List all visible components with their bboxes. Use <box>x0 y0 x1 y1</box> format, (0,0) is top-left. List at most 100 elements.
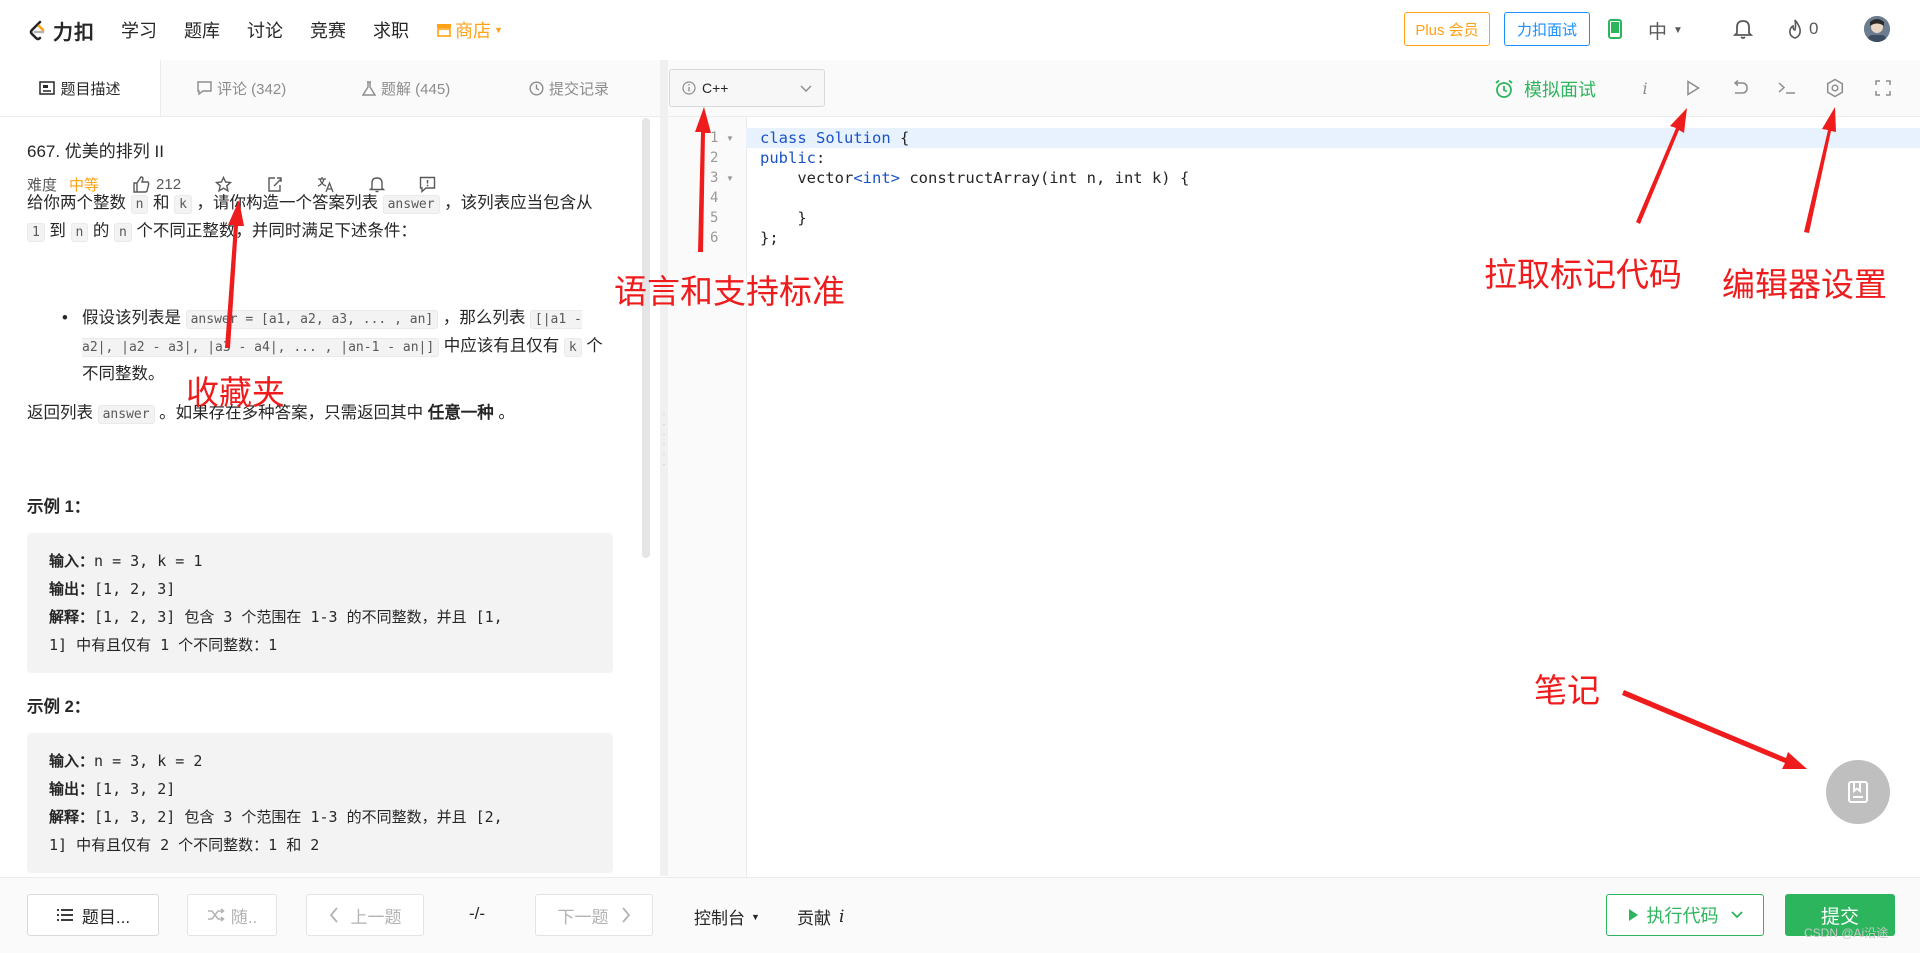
fullscreen-button[interactable] <box>1872 76 1894 100</box>
line-number: 5 <box>710 210 719 226</box>
problem-list-label: 题目... <box>81 907 131 927</box>
plus-membership-button[interactable]: Plus 会员 <box>1404 12 1490 46</box>
random-problem-button[interactable]: 随.. <box>187 894 277 936</box>
language-label: 中 <box>1648 22 1668 43</box>
fullscreen-icon <box>1875 80 1891 96</box>
bold-text: 任意一种 <box>427 404 494 422</box>
pull-marked-code-button[interactable] <box>1682 76 1704 100</box>
notes-button[interactable] <box>1826 760 1890 824</box>
tab-submissions[interactable]: 提交记录 <box>529 60 609 116</box>
run-code-button[interactable]: 执行代码 <box>1606 894 1764 936</box>
problem-description-panel: 667. 优美的排列 II 难度 中等 212 给你两个整数 n 和 k ，请你… <box>0 117 650 876</box>
mobile-app-icon[interactable] <box>1608 19 1622 39</box>
active-line-highlight <box>746 128 1920 148</box>
list-icon <box>56 909 73 921</box>
next-label: 下一题 <box>557 907 609 927</box>
chevron-left-icon <box>329 907 338 923</box>
code-keyword: class <box>760 129 807 147</box>
code-class-name: Solution <box>816 129 891 147</box>
text: 和 <box>148 194 175 212</box>
editor-settings-button[interactable] <box>1824 76 1846 100</box>
terminal-icon <box>1778 82 1795 94</box>
return-statement: 返回列表 answer 。如果存在多种答案，只需返回其中 任意一种 。 <box>27 400 607 428</box>
problem-intro: 给你两个整数 n 和 k ，请你构造一个答案列表 answer ，该列表应当包含… <box>27 190 607 246</box>
input-value: n = 3, k = 2 <box>94 752 203 770</box>
arrow-to-notes <box>1622 690 1807 769</box>
code-line[interactable]: vector<int> constructArray(int n, int k)… <box>760 169 1189 187</box>
console-toggle[interactable]: 控制台 ▼ <box>694 904 760 929</box>
leetcode-logo-icon <box>29 20 45 40</box>
editor-info-button[interactable]: i <box>1634 76 1656 100</box>
code-text: } <box>760 209 807 227</box>
contribute-button[interactable]: 贡献 i <box>797 904 844 929</box>
tab-label: 提交记录 <box>549 80 610 98</box>
reset-code-button[interactable] <box>1729 76 1751 100</box>
code-line[interactable]: } <box>760 209 807 227</box>
chevron-down-icon: ▼ <box>1673 25 1683 36</box>
text: 的 <box>88 222 114 240</box>
nav-jobs[interactable]: 求职 <box>373 17 409 43</box>
annotation-settings: 编辑器设置 <box>1722 265 1887 304</box>
chevron-down-icon <box>800 80 812 96</box>
previous-problem-button[interactable]: 上一题 <box>306 894 424 936</box>
avatar[interactable] <box>1864 16 1890 42</box>
play-outline-icon <box>1687 80 1700 96</box>
nav-contest[interactable]: 竞赛 <box>310 17 346 43</box>
tab-label: 题目描述 <box>60 80 121 98</box>
user-avatar-image <box>1864 16 1890 42</box>
code-line[interactable]: }; <box>760 229 779 247</box>
description-scrollbar[interactable] <box>642 118 650 558</box>
info-icon <box>682 81 696 95</box>
interview-button[interactable]: 力扣面试 <box>1504 12 1590 46</box>
notebook-icon <box>1848 781 1868 803</box>
tab-comments[interactable]: 评论 (342) <box>197 60 286 116</box>
arrow-to-settings <box>1804 107 1836 233</box>
example-box: 输入：n = 3, k = 1 输出：[1, 2, 3] 解释：[1, 2, 3… <box>27 533 613 673</box>
nav-discuss[interactable]: 讨论 <box>247 17 283 43</box>
shuffle-icon <box>207 908 225 922</box>
resize-grip-icon[interactable]: · · · · · · <box>660 410 668 470</box>
code-line[interactable]: public: <box>760 149 825 167</box>
nav-store[interactable]: 商店 ▼ <box>436 17 503 43</box>
fire-icon <box>1789 19 1801 39</box>
example-heading: 示例 2： <box>27 698 91 716</box>
tab-description[interactable]: 题目描述 <box>0 60 161 116</box>
next-problem-button[interactable]: 下一题 <box>535 894 653 936</box>
code-line[interactable]: class Solution { <box>760 129 909 147</box>
line-number: 1 <box>710 130 719 146</box>
inline-code: answer <box>382 195 440 214</box>
comment-icon <box>197 81 212 95</box>
output-value: [1, 2, 3] <box>94 580 176 598</box>
language-switch[interactable]: 中 ▼ <box>1648 17 1683 44</box>
fold-arrow-icon[interactable]: ▼ <box>726 174 734 183</box>
bullet-dot: • <box>62 309 68 327</box>
run-label: 执行代码 <box>1646 906 1719 926</box>
leetcode-logo[interactable]: 力扣 <box>26 16 95 45</box>
text: 。 <box>493 404 515 422</box>
inline-code: n <box>114 223 132 242</box>
notification-bell-icon[interactable] <box>1733 18 1753 40</box>
annotation-pull-code: 拉取标记代码 <box>1484 255 1682 294</box>
problem-list-button[interactable]: 题目... <box>27 894 159 936</box>
tab-solutions[interactable]: 题解 (445) <box>362 60 450 116</box>
italic-i-icon: i <box>839 906 845 927</box>
terminal-button[interactable] <box>1776 76 1798 100</box>
language-select[interactable]: C++ <box>669 69 825 107</box>
points-display[interactable]: 0 <box>1787 19 1818 39</box>
explanation-text: [1, 3, 2] 包含 3 个范围在 1-3 的不同整数，并且 [2, <box>94 808 503 826</box>
text: 到 <box>44 222 71 240</box>
language-value: C++ <box>702 80 729 96</box>
nav-problemset[interactable]: 题库 <box>184 17 220 43</box>
fold-arrow-icon[interactable]: ▼ <box>726 134 734 143</box>
arrow-to-pull-code <box>1636 108 1687 224</box>
nav-learn[interactable]: 学习 <box>121 17 157 43</box>
inline-code: answer <box>97 405 155 424</box>
code-text: : <box>816 149 826 167</box>
watermark: CSDN @Ai沿途 <box>1804 926 1889 940</box>
mock-interview-button[interactable]: 模拟面试 <box>1494 76 1596 102</box>
explanation-label: 解释： <box>49 808 95 826</box>
tab-label: 题解 (445) <box>381 80 451 98</box>
flask-icon <box>362 80 376 96</box>
text: ，该列表应当包含从 <box>439 194 593 212</box>
top-navbar: 力扣 学习 题库 讨论 竞赛 求职 商店 ▼ <box>0 0 1920 61</box>
